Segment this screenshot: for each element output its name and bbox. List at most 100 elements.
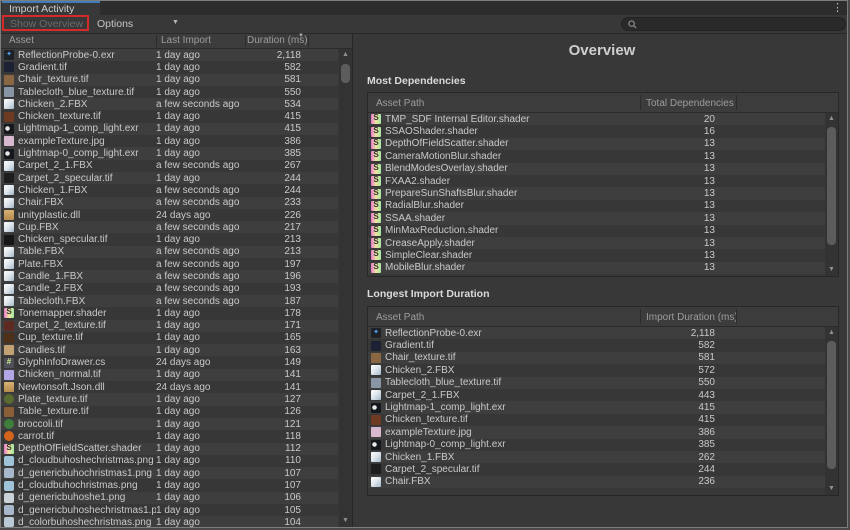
table-row[interactable]: MinMaxReduction.shader 13 [368, 225, 826, 237]
table-row[interactable]: Lightmap-1_comp_light.exr 415 [368, 401, 826, 413]
table-row[interactable]: DepthOfFieldScatter.shader 13 [368, 138, 826, 150]
table-row[interactable]: Carpet_2_specular.tif 244 [368, 463, 826, 475]
table-row[interactable]: broccoli.tif 1 day ago 121 [1, 418, 338, 430]
scroll-up-icon[interactable]: ▲ [339, 49, 352, 61]
table-row[interactable]: Chicken_texture.tif 415 [368, 414, 826, 426]
table-row[interactable]: ReflectionProbe-0.exr 1 day ago 2,118 [1, 49, 338, 61]
table-row[interactable]: Tonemapper.shader 1 day ago 178 [1, 307, 338, 319]
table-row[interactable]: Carpet_2_1.FBX a few seconds ago 267 [1, 160, 338, 172]
table-row[interactable]: Tablecloth_blue_texture.tif 1 day ago 55… [1, 86, 338, 98]
table-row[interactable]: Candle_1.FBX a few seconds ago 196 [1, 270, 338, 282]
table-row[interactable]: Gradient.tif 582 [368, 339, 826, 351]
scroll-up-icon[interactable]: ▲ [825, 113, 838, 125]
column-header-total-dependencies[interactable]: Total Dependencies [646, 98, 734, 109]
column-header-asset[interactable]: Asset [9, 35, 34, 46]
left-scrollbar[interactable]: ▲ ▼ [339, 49, 352, 527]
table-row[interactable]: Chair_texture.tif 581 [368, 352, 826, 364]
scroll-down-icon[interactable]: ▼ [825, 483, 838, 495]
table-row[interactable]: Candles.tif 1 day ago 163 [1, 344, 338, 356]
table-scrollbar[interactable]: ▲ ▼ [825, 113, 838, 276]
most-dependencies-rows: TMP_SDF Internal Editor.shader 20 SSAOSh… [368, 113, 826, 276]
scroll-down-icon[interactable]: ▼ [339, 515, 352, 527]
show-overview-button[interactable]: Show Overview [10, 18, 83, 30]
table-row[interactable]: Chicken_1.FBX 262 [368, 451, 826, 463]
table-row[interactable]: Carpet_2_specular.tif 1 day ago 244 [1, 172, 338, 184]
table-row[interactable]: unityplastic.dll 24 days ago 226 [1, 209, 338, 221]
table-row[interactable]: Chair.FBX 236 [368, 476, 826, 488]
table-row[interactable]: Plate_texture.tif 1 day ago 127 [1, 393, 338, 405]
scrollbar-thumb[interactable] [827, 127, 836, 245]
options-dropdown-button[interactable]: Options [97, 18, 133, 30]
table-row[interactable]: carrot.tif 1 day ago 118 [1, 430, 338, 442]
asset-icon [371, 201, 381, 211]
table-row[interactable]: PrepareSunShaftsBlur.shader 13 [368, 187, 826, 199]
table-row[interactable]: GlyphInfoDrawer.cs 24 days ago 149 [1, 356, 338, 368]
chevron-down-icon: ▼ [172, 19, 179, 26]
column-header-asset-path[interactable]: Asset Path [376, 312, 424, 323]
table-row[interactable]: CameraMotionBlur.shader 13 [368, 150, 826, 162]
table-scrollbar[interactable]: ▲ ▼ [825, 327, 838, 495]
table-row[interactable]: Chicken_normal.tif 1 day ago 141 [1, 369, 338, 381]
table-row[interactable]: d_genericbuhoshechristmas1.pn 1 day ago … [1, 504, 338, 516]
window-menu-icon[interactable]: ⋮ [832, 1, 843, 15]
table-row[interactable]: Carpet_2_texture.tif 1 day ago 171 [1, 320, 338, 332]
table-row[interactable]: TMP_SDF Internal Editor.shader 20 [368, 113, 826, 125]
table-row[interactable]: SSAOShader.shader 16 [368, 125, 826, 137]
column-header-asset-path[interactable]: Asset Path [376, 98, 424, 109]
table-row[interactable]: BlendModesOverlay.shader 13 [368, 163, 826, 175]
table-row[interactable]: exampleTexture.jpg 386 [368, 426, 826, 438]
import-duration: 127 [246, 394, 304, 405]
asset-icon [371, 176, 381, 186]
table-row[interactable]: Newtonsoft.Json.dll 24 days ago 141 [1, 381, 338, 393]
table-row[interactable]: Chicken_2.FBX 572 [368, 364, 826, 376]
table-row[interactable]: Cup.FBX a few seconds ago 217 [1, 221, 338, 233]
table-row[interactable]: ReflectionProbe-0.exr 2,118 [368, 327, 826, 339]
last-import-time: a few seconds ago [156, 283, 246, 294]
search-input[interactable] [640, 18, 840, 30]
table-row[interactable]: Lightmap-0_comp_light.exr 1 day ago 385 [1, 147, 338, 159]
table-row[interactable]: SSAA.shader 13 [368, 212, 826, 224]
table-row[interactable]: Carpet_2_1.FBX 443 [368, 389, 826, 401]
table-row[interactable]: RadialBlur.shader 13 [368, 200, 826, 212]
table-row[interactable]: Lightmap-1_comp_light.exr 1 day ago 415 [1, 123, 338, 135]
scroll-up-icon[interactable]: ▲ [825, 327, 838, 339]
table-row[interactable]: d_colorbuhoshechristmas.png 1 day ago 10… [1, 516, 338, 527]
table-row[interactable]: SimpleClear.shader 13 [368, 249, 826, 261]
table-row[interactable]: d_cloudbuhoshechristmas.png 1 day ago 11… [1, 455, 338, 467]
scrollbar-thumb[interactable] [827, 341, 836, 469]
table-row[interactable]: d_genericbuhochristmas1.png 1 day ago 10… [1, 467, 338, 479]
table-row[interactable]: Candle_2.FBX a few seconds ago 193 [1, 283, 338, 295]
scrollbar-thumb[interactable] [341, 64, 350, 83]
table-row[interactable]: Chicken_texture.tif 1 day ago 415 [1, 110, 338, 122]
table-row[interactable]: Chicken_specular.tif 1 day ago 213 [1, 233, 338, 245]
search-box[interactable] [621, 17, 846, 31]
asset-icon [4, 517, 14, 527]
table-row[interactable]: exampleTexture.jpg 1 day ago 386 [1, 135, 338, 147]
asset-icon [4, 345, 14, 355]
table-row[interactable]: Tablecloth_blue_texture.tif 550 [368, 377, 826, 389]
table-row[interactable]: Lightmap-0_comp_light.exr 385 [368, 439, 826, 451]
scroll-down-icon[interactable]: ▼ [825, 264, 838, 276]
asset-name: Table.FBX [18, 246, 156, 257]
tab-import-activity[interactable]: Import Activity [2, 1, 100, 15]
last-import-time: 1 day ago [156, 345, 246, 356]
table-row[interactable]: Gradient.tif 1 day ago 582 [1, 61, 338, 73]
table-row[interactable]: FXAA2.shader 13 [368, 175, 826, 187]
table-row[interactable]: Chicken_2.FBX a few seconds ago 534 [1, 98, 338, 110]
table-row[interactable]: Table.FBX a few seconds ago 213 [1, 246, 338, 258]
table-row[interactable]: CreaseApply.shader 13 [368, 237, 826, 249]
table-row[interactable]: Chicken_1.FBX a few seconds ago 244 [1, 184, 338, 196]
table-row[interactable]: Plate.FBX a few seconds ago 197 [1, 258, 338, 270]
table-row[interactable]: Chair.FBX a few seconds ago 233 [1, 197, 338, 209]
column-header-import-duration[interactable]: Import Duration (ms) [646, 312, 738, 323]
table-row[interactable]: MobileBlur.shader 13 [368, 262, 826, 274]
column-header-last-import[interactable]: Last Import [161, 35, 211, 46]
asset-icon [371, 440, 381, 450]
table-row[interactable]: Chair_texture.tif 1 day ago 581 [1, 74, 338, 86]
table-row[interactable]: d_genericbuhoshe1.png 1 day ago 106 [1, 492, 338, 504]
table-row[interactable]: DepthOfFieldScatter.shader 1 day ago 112 [1, 443, 338, 455]
table-row[interactable]: Table_texture.tif 1 day ago 126 [1, 406, 338, 418]
table-row[interactable]: Cup_texture.tif 1 day ago 165 [1, 332, 338, 344]
table-row[interactable]: d_cloudbuhochristmas.png 1 day ago 107 [1, 479, 338, 491]
table-row[interactable]: Tablecloth.FBX a few seconds ago 187 [1, 295, 338, 307]
